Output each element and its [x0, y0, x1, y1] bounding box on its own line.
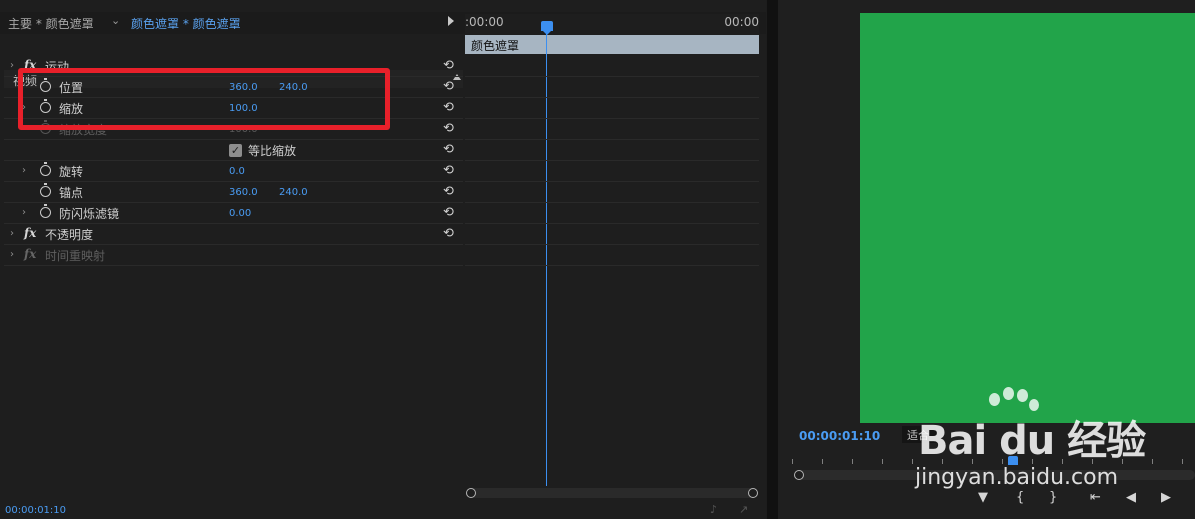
watermark-url: jingyan.baidu.com [915, 465, 1119, 490]
play-icon[interactable]: ▶ [1161, 490, 1171, 505]
ruler-tick [1182, 459, 1183, 464]
playhead-handle[interactable] [541, 21, 553, 35]
fx-badge-icon[interactable]: fx [24, 226, 36, 240]
tab-master-clip[interactable]: 主要 * 颜色遮罩 [8, 15, 94, 32]
audio-only-icon[interactable]: ♪ [710, 503, 717, 516]
reset-icon[interactable]: ⟲ [443, 163, 454, 178]
expand-chevron-icon[interactable]: › [22, 207, 26, 218]
expand-chevron-icon[interactable]: › [22, 165, 26, 176]
property-row-uniform-scale[interactable]: ✓ 等比缩放 ⟲ [0, 140, 463, 161]
property-label: 锚点 [59, 186, 84, 200]
chevron-down-icon[interactable]: ⌄ [111, 14, 120, 27]
reset-icon[interactable]: ⟲ [443, 142, 454, 157]
expand-chevron-icon[interactable]: › [10, 60, 14, 71]
property-label: 旋转 [59, 165, 84, 179]
stopwatch-icon[interactable] [40, 162, 51, 176]
timeline-row-divider [465, 181, 759, 182]
property-row-rotation[interactable]: › 旋转 0.0 ⟲ [0, 161, 463, 182]
paw-toe-icon [989, 393, 1000, 406]
video-preview[interactable] [860, 13, 1195, 423]
reset-icon[interactable]: ⟲ [443, 58, 454, 73]
property-label: 时间重映射 [45, 249, 106, 263]
expand-chevron-icon[interactable]: › [10, 228, 14, 239]
reset-icon[interactable]: ⟲ [443, 205, 454, 220]
property-value[interactable]: 360.0 [229, 187, 258, 198]
property-label: 不透明度 [45, 228, 94, 242]
timeline-row-divider [465, 118, 759, 119]
current-time-display[interactable]: 00:00:01:10 [5, 505, 66, 516]
effect-timeline[interactable]: :00:00 00:00 颜色遮罩 [465, 14, 759, 486]
property-row-opacity[interactable]: › fx 不透明度 ⟲ [0, 224, 463, 245]
paw-toe-icon [1017, 389, 1028, 402]
ruler-tick [882, 459, 883, 464]
timeline-row-divider [465, 244, 759, 245]
timeline-clip-label: 颜色遮罩 [471, 39, 520, 53]
property-value-y[interactable]: 240.0 [279, 187, 308, 198]
reset-icon[interactable]: ⟲ [443, 184, 454, 199]
reset-icon[interactable]: ⟲ [443, 100, 454, 115]
panel-divider[interactable] [767, 0, 778, 519]
timeline-row-divider [465, 97, 759, 98]
reset-icon[interactable]: ⟲ [443, 79, 454, 94]
ruler-tick [852, 459, 853, 464]
stopwatch-icon[interactable] [40, 183, 51, 197]
timeline-row-divider [465, 76, 759, 77]
timeline-zoom-scrollbar[interactable] [466, 488, 758, 498]
baidu-watermark: Bai du 经验 jingyan.baidu.com [915, 385, 1155, 505]
timeline-start-time: :00:00 [465, 15, 504, 29]
play-triangle-icon[interactable] [448, 16, 454, 26]
timeline-row-divider [465, 160, 759, 161]
property-row-time-remapping[interactable]: › fx 时间重映射 [0, 245, 463, 266]
timeline-row-divider [465, 223, 759, 224]
timeline-row-divider [465, 265, 759, 266]
reset-icon[interactable]: ⟲ [443, 226, 454, 241]
annotation-highlight-box [18, 68, 390, 130]
timeline-row-divider [465, 139, 759, 140]
ruler-tick [912, 459, 913, 464]
fx-badge-icon[interactable]: fx [24, 247, 36, 261]
ruler-tick [792, 459, 793, 464]
property-label: 等比缩放 [248, 144, 297, 158]
ruler-tick [822, 459, 823, 464]
reset-icon[interactable]: ⟲ [443, 121, 454, 136]
export-icon[interactable]: ↗ [739, 503, 748, 516]
playhead-timecode[interactable]: 00:00:01:10 [799, 429, 880, 443]
tab-sequence-clip[interactable]: 颜色遮罩 * 颜色遮罩 [131, 15, 241, 32]
property-row-anchor-point[interactable]: 锚点 360.0 240.0 ⟲ [0, 182, 463, 203]
timeline-clip-bar[interactable]: 颜色遮罩 [465, 35, 759, 54]
property-row-anti-flicker[interactable]: › 防闪烁滤镜 0.00 ⟲ [0, 203, 463, 224]
paw-toe-icon [1003, 387, 1014, 400]
stopwatch-icon[interactable] [40, 204, 51, 218]
scrollbar-left-handle[interactable] [794, 470, 804, 480]
timeline-row-divider [465, 202, 759, 203]
uniform-scale-checkbox[interactable]: ✓ [229, 144, 242, 157]
watermark-brand: Bai du 经验 [918, 418, 1146, 464]
scrollbar-left-handle[interactable] [466, 488, 476, 498]
expand-chevron-icon[interactable]: › [10, 249, 14, 260]
scrollbar-right-handle[interactable] [748, 488, 758, 498]
effect-controls-panel: 主要 * 颜色遮罩 ⌄ 颜色遮罩 * 颜色遮罩 视频 › fx 运动 ⟲ 位置 360.0… [0, 0, 766, 519]
property-label: 防闪烁滤镜 [59, 207, 120, 221]
row-divider [4, 265, 463, 266]
property-value[interactable]: 0.0 [229, 166, 245, 177]
timeline-end-time: 00:00 [724, 15, 759, 29]
property-value[interactable]: 0.00 [229, 208, 251, 219]
playhead-line [546, 32, 547, 486]
